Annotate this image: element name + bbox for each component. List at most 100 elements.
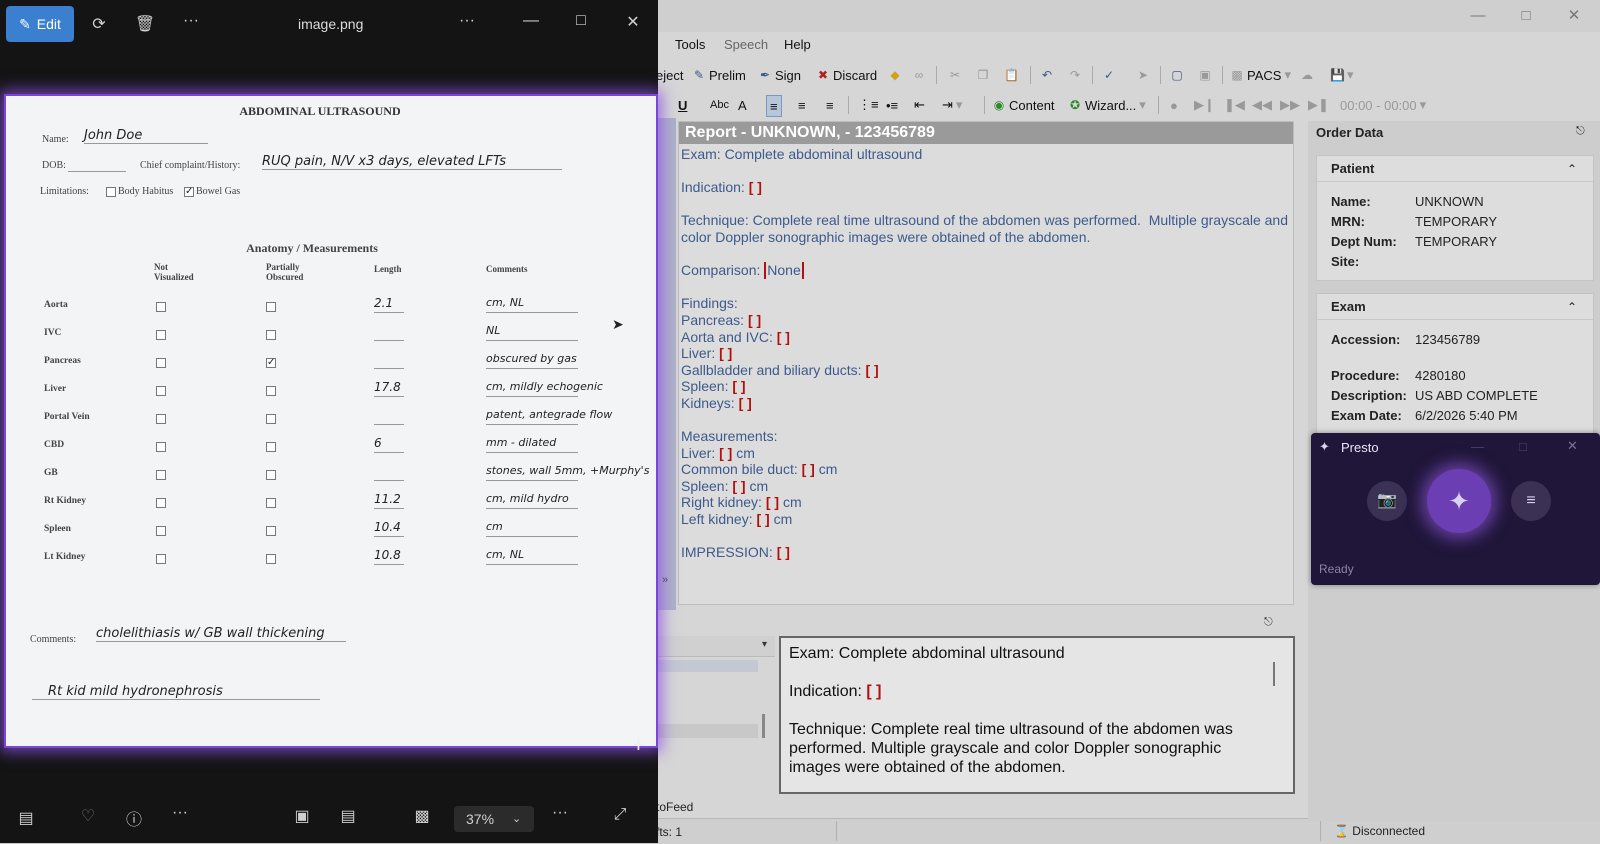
close-icon[interactable]: ✕ bbox=[622, 12, 644, 32]
placeholder-field[interactable]: [ ] bbox=[748, 312, 761, 329]
placeholder-field[interactable]: [ ] bbox=[766, 494, 779, 511]
spelling-button[interactable]: Abc bbox=[710, 95, 729, 115]
placeholder-field[interactable]: [ ] bbox=[757, 511, 770, 528]
list-item[interactable] bbox=[658, 724, 758, 738]
screen-button[interactable]: ▣ bbox=[1198, 65, 1212, 85]
skip-start-button[interactable]: ❚◀ bbox=[1224, 95, 1245, 115]
font-size-button[interactable]: A bbox=[738, 95, 747, 115]
align-center-button[interactable]: ≡ bbox=[798, 95, 806, 115]
preview-scrollbar[interactable] bbox=[1273, 662, 1275, 686]
discard-button[interactable]: ✖ Discard bbox=[816, 65, 877, 85]
image-canvas[interactable]: ABDOMINAL ULTRASOUND Name: John Doe DOB:… bbox=[4, 94, 658, 748]
pin-icon[interactable]: ⎋ bbox=[1264, 616, 1273, 629]
close-icon[interactable]: ✕ bbox=[1564, 6, 1584, 26]
menu-tools[interactable]: Tools bbox=[675, 37, 705, 52]
more-options-icon[interactable]: ··· bbox=[168, 804, 192, 822]
fullscreen-icon[interactable]: ⤢ bbox=[608, 806, 632, 824]
report-text[interactable]: Exam: Complete abdominal ultrasound Indi… bbox=[679, 146, 1293, 561]
macro-button[interactable]: ➤ bbox=[1136, 65, 1150, 85]
expand-chevron-icon[interactable]: » bbox=[662, 574, 668, 586]
placeholder-field[interactable]: [ ] bbox=[749, 179, 762, 196]
collapse-icon[interactable]: ⌃ bbox=[1567, 162, 1577, 176]
placeholder-field[interactable]: [ ] bbox=[777, 544, 790, 561]
numbered-list-button[interactable]: ⋮≡ bbox=[858, 95, 879, 115]
minimize-icon[interactable]: — bbox=[520, 12, 542, 30]
edit-button[interactable]: ✎ Edit bbox=[6, 6, 74, 42]
maximize-icon[interactable]: □ bbox=[570, 12, 592, 30]
zoom-dropdown[interactable]: 37% ⌄ bbox=[454, 806, 534, 832]
filmstrip-icon[interactable]: ▤ bbox=[14, 808, 38, 828]
report-preview-textarea[interactable]: Exam: Complete abdominal ultrasound Indi… bbox=[779, 636, 1295, 794]
placeholder-field[interactable]: [ ] bbox=[777, 329, 790, 346]
rewind-button[interactable]: ◀◀ bbox=[1252, 95, 1272, 115]
presto-widget[interactable]: ✦ Presto — □ ✕ 📷 ✦ ≡ Ready bbox=[1311, 433, 1600, 585]
flag-button[interactable]: ◆ bbox=[888, 65, 902, 85]
autofeed-label[interactable]: toFeed bbox=[656, 800, 693, 814]
placeholder-field[interactable]: [ ] bbox=[866, 682, 881, 701]
prelim-button[interactable]: ✎ Prelim bbox=[692, 65, 746, 85]
paste-button[interactable]: 📋 bbox=[1004, 65, 1019, 85]
comparison-field[interactable]: None bbox=[764, 262, 804, 279]
fast-forward-button[interactable]: ▶▶ bbox=[1280, 95, 1300, 115]
align-right-button[interactable]: ≡ bbox=[826, 95, 834, 115]
link-button[interactable]: ∞ bbox=[912, 65, 926, 85]
collapse-icon[interactable]: ⌃ bbox=[1567, 300, 1577, 314]
dictate-button[interactable]: ✦ bbox=[1427, 469, 1491, 533]
play-pause-button[interactable]: ▶❙ bbox=[1194, 95, 1215, 115]
undo-button[interactable]: ↶ bbox=[1040, 65, 1054, 85]
text-scan-icon[interactable]: ▤ bbox=[336, 806, 360, 826]
outdent-button[interactable]: ⇤ bbox=[914, 95, 925, 115]
more-options-icon[interactable]: ··· bbox=[456, 12, 478, 30]
placeholder-field[interactable]: [ ] bbox=[719, 345, 732, 362]
content-button[interactable]: ◉ Content bbox=[992, 95, 1055, 115]
bullet-list-button[interactable]: •≡ bbox=[886, 95, 898, 115]
cut-button[interactable]: ✂ bbox=[948, 65, 962, 85]
menu-help[interactable]: Help bbox=[784, 37, 811, 52]
spellcheck-button[interactable]: ✓ bbox=[1102, 65, 1116, 85]
select-region-button[interactable]: ▢ bbox=[1170, 65, 1184, 85]
underline-button[interactable]: U bbox=[678, 95, 687, 115]
placeholder-field[interactable]: [ ] bbox=[732, 378, 745, 395]
copy-button[interactable]: ❐ bbox=[976, 65, 990, 85]
align-left-button[interactable]: ≡ bbox=[766, 95, 782, 117]
sign-button[interactable]: ✒ Sign bbox=[758, 65, 801, 85]
more-options-icon[interactable]: ··· bbox=[180, 12, 202, 30]
indent-button[interactable]: ⇥ ▾ bbox=[942, 95, 962, 115]
collapsed-side-panel[interactable]: » bbox=[658, 118, 676, 610]
list-dropdown[interactable]: ▾ bbox=[658, 636, 775, 657]
fit-screen-icon[interactable]: ▩ bbox=[410, 806, 434, 826]
maximize-icon[interactable]: □ bbox=[1516, 6, 1536, 26]
rotate-icon[interactable]: ⟳ bbox=[88, 14, 110, 34]
minimize-icon[interactable]: — bbox=[1471, 439, 1484, 454]
pacs-button[interactable]: ▩ PACS ▾ bbox=[1230, 65, 1291, 85]
minimize-icon[interactable]: — bbox=[1468, 6, 1488, 26]
close-icon[interactable]: ✕ bbox=[1567, 438, 1578, 454]
eject-button[interactable]: eject bbox=[656, 65, 683, 85]
pin-icon[interactable]: ⎋ bbox=[1576, 125, 1585, 138]
info-icon[interactable]: ⓘ bbox=[122, 806, 146, 830]
placeholder-field[interactable]: [ ] bbox=[719, 445, 732, 462]
more-options-icon[interactable]: ··· bbox=[548, 804, 572, 822]
favorite-icon[interactable]: ♡ bbox=[76, 806, 100, 826]
wizard-button[interactable]: ✪ Wizard... ▾ bbox=[1068, 95, 1146, 115]
paste-icon: 📋 bbox=[1004, 68, 1019, 82]
save-button[interactable]: 💾 ▾ bbox=[1330, 65, 1354, 85]
menu-speech[interactable]: Speech bbox=[724, 37, 768, 52]
crop-focus-icon[interactable]: ▣ bbox=[290, 806, 314, 826]
report-editor[interactable]: Report - UNKNOWN, - 123456789 Exam: Comp… bbox=[678, 121, 1294, 605]
placeholder-field[interactable]: [ ] bbox=[732, 478, 745, 495]
record-button[interactable]: ● bbox=[1170, 95, 1178, 115]
placeholder-field[interactable]: [ ] bbox=[739, 395, 752, 412]
camera-button[interactable]: 📷 bbox=[1367, 481, 1407, 521]
skip-end-button[interactable]: ▶❚ bbox=[1308, 95, 1329, 115]
cloud-button[interactable]: ☁ bbox=[1300, 65, 1314, 85]
redo-button[interactable]: ↷ bbox=[1068, 65, 1082, 85]
list-scrollbar[interactable] bbox=[762, 714, 765, 738]
menu-button[interactable]: ≡ bbox=[1511, 481, 1551, 521]
placeholder-field[interactable]: [ ] bbox=[865, 362, 878, 379]
placeholder-field[interactable]: [ ] bbox=[802, 461, 815, 478]
length-value: 17.8 bbox=[374, 380, 404, 397]
list-item[interactable] bbox=[658, 660, 758, 672]
delete-icon[interactable]: 🗑 bbox=[134, 14, 156, 34]
maximize-icon[interactable]: □ bbox=[1519, 439, 1527, 454]
